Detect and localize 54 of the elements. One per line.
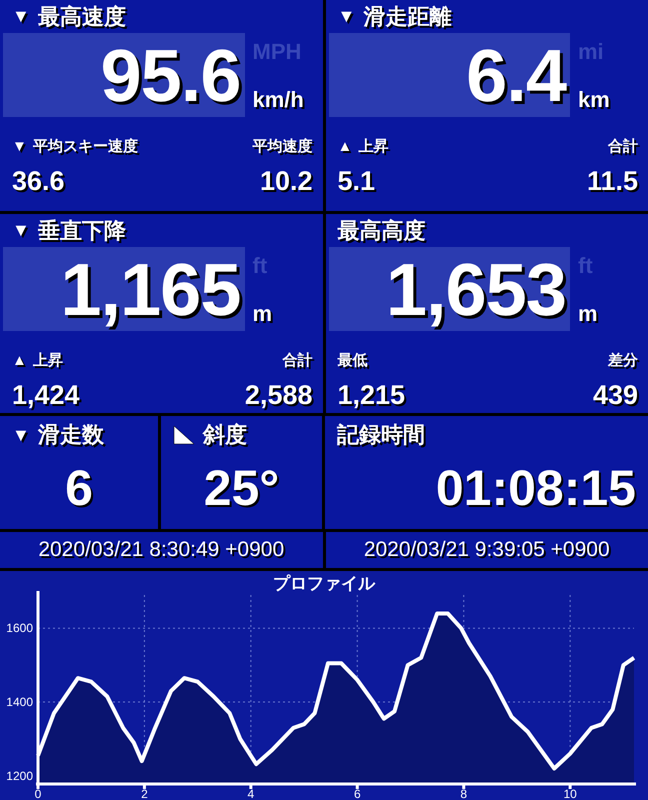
stat-value: 36.6: [12, 166, 66, 197]
panel-title: 斜度: [203, 421, 247, 449]
stat-label: 合計: [608, 137, 638, 156]
stat-label: 上昇: [32, 351, 63, 370]
stat-value: 01:08:15: [436, 458, 636, 516]
stat-value: 95.6: [100, 32, 240, 118]
stat-label: 合計: [282, 351, 312, 370]
slope-icon: [173, 425, 195, 445]
triangle-icon: ▼: [12, 424, 30, 446]
timestamp: 2020/03/21 8:30:49 +0900: [38, 538, 284, 562]
triangle-icon: ▼: [12, 138, 27, 155]
stat-value: 5.1: [338, 166, 376, 197]
stat-value: 1,215: [338, 380, 406, 411]
triangle-icon: ▼: [338, 6, 356, 27]
axis-tick-label: 4: [248, 787, 254, 800]
stat-value: 6: [65, 458, 93, 516]
stat-value: 6.4: [466, 32, 566, 118]
axis-tick-label: 1600: [6, 621, 33, 636]
panel-title: 垂直下降: [38, 216, 126, 244]
stat-value: 10.2: [260, 166, 312, 197]
triangle-icon: ▼: [12, 6, 30, 27]
axis-tick-label: 1400: [6, 695, 33, 710]
triangle-icon: ▼: [12, 220, 30, 241]
axis-tick-label: 10: [563, 787, 577, 800]
axis-tick-label: 6: [354, 787, 361, 800]
triangle-icon: ▲: [338, 138, 352, 155]
panel-title: 最高高度: [338, 216, 426, 244]
axis-tick-label: 8: [460, 787, 468, 800]
panel-title: 滑走距離: [363, 2, 452, 30]
panel-title: 最高速度: [38, 2, 126, 30]
stat-label: 上昇: [358, 137, 388, 156]
chart-title: プロファイル: [273, 574, 375, 593]
triangle-icon: ▲: [12, 352, 27, 369]
stat-value: 2,588: [244, 380, 312, 411]
stat-label: 最低: [338, 351, 368, 370]
unit-toggle[interactable]: km: [578, 87, 610, 113]
panel-title: 記録時間: [337, 421, 425, 449]
unit-toggle[interactable]: m: [578, 301, 598, 327]
axis-tick-label: 2: [141, 787, 148, 800]
panel-title: 滑走数: [38, 421, 104, 449]
axis-tick-label: 1200: [6, 768, 33, 783]
timestamp: 2020/03/21 9:39:05 +0900: [364, 538, 610, 562]
stat-value: 439: [592, 380, 638, 411]
stat-label: 差分: [608, 351, 638, 370]
stat-label: 平均速度: [252, 137, 312, 156]
stat-value: 1,653: [386, 246, 566, 332]
stat-value: 1,424: [12, 380, 80, 411]
unit-toggle[interactable]: m: [252, 301, 272, 327]
stat-value: 11.5: [586, 166, 638, 197]
stat-value: 25°: [204, 458, 280, 516]
unit-toggle[interactable]: km/h: [252, 87, 304, 113]
stat-label: 平均スキー速度: [32, 137, 138, 156]
axis-tick-label: 0: [34, 787, 42, 800]
stat-value: 1,165: [60, 246, 240, 332]
